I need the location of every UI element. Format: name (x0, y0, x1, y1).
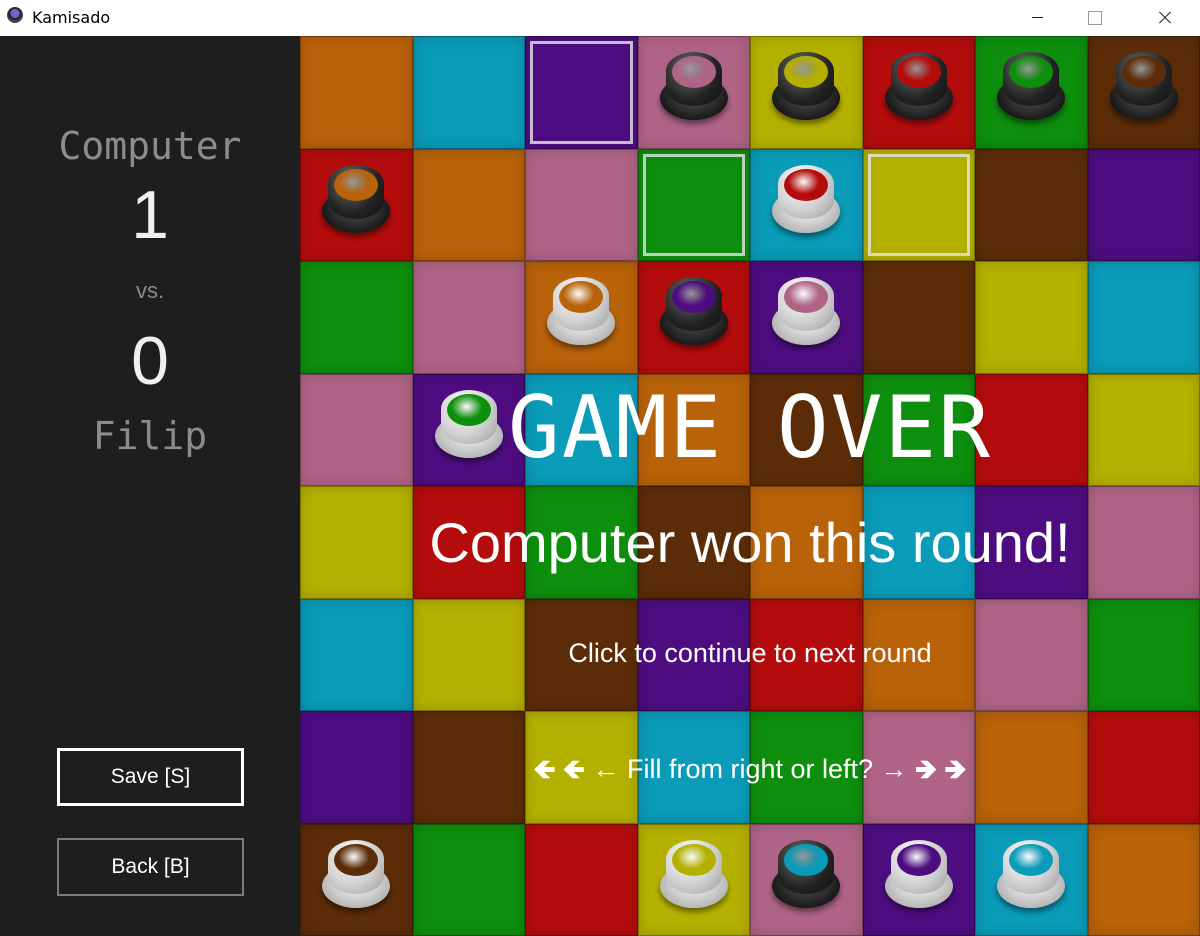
close-button[interactable] (1142, 0, 1188, 36)
arrow-right-icon[interactable]: 🡺 (915, 750, 937, 796)
vs-label: vs. (135, 278, 165, 303)
arrow-right-icon[interactable]: → (881, 754, 908, 785)
arrow-left-icon[interactable]: 🡸 (534, 750, 556, 796)
back-button[interactable]: Back [B] (57, 838, 244, 896)
game-over-title: GAME OVER (508, 378, 992, 478)
window-title: Kamisado (32, 8, 111, 27)
continue-prompt[interactable]: Click to continue to next round (300, 638, 1200, 669)
winner-message: Computer won this round! (429, 511, 1071, 574)
title-bar: Kamisado (0, 0, 1200, 36)
arrow-left-icon[interactable]: ← (592, 754, 619, 785)
player2-score: 0 (131, 323, 169, 399)
arrow-right-icon[interactable]: 🡺 (945, 750, 967, 796)
game-over-overlay[interactable]: GAME OVER Computer won this round! Click… (300, 36, 1200, 936)
save-button[interactable]: Save [S] (57, 748, 244, 806)
fill-direction-prompt[interactable]: 🡸 🡸 ← Fill from right or left? → 🡺 🡺 (300, 750, 1200, 796)
minimize-button[interactable] (1014, 0, 1060, 36)
arrow-left-icon[interactable]: 🡸 (563, 750, 585, 796)
player1-score: 1 (131, 177, 169, 253)
score-sidebar: Computer 1 vs. 0 Filip Save [S] Back [B] (0, 36, 300, 936)
maximize-button[interactable] (1072, 0, 1118, 36)
player1-name: Computer (58, 124, 242, 168)
fill-direction-label: Fill from right or left? (626, 754, 874, 784)
player2-name: Filip (92, 414, 208, 458)
app-icon (7, 7, 23, 23)
